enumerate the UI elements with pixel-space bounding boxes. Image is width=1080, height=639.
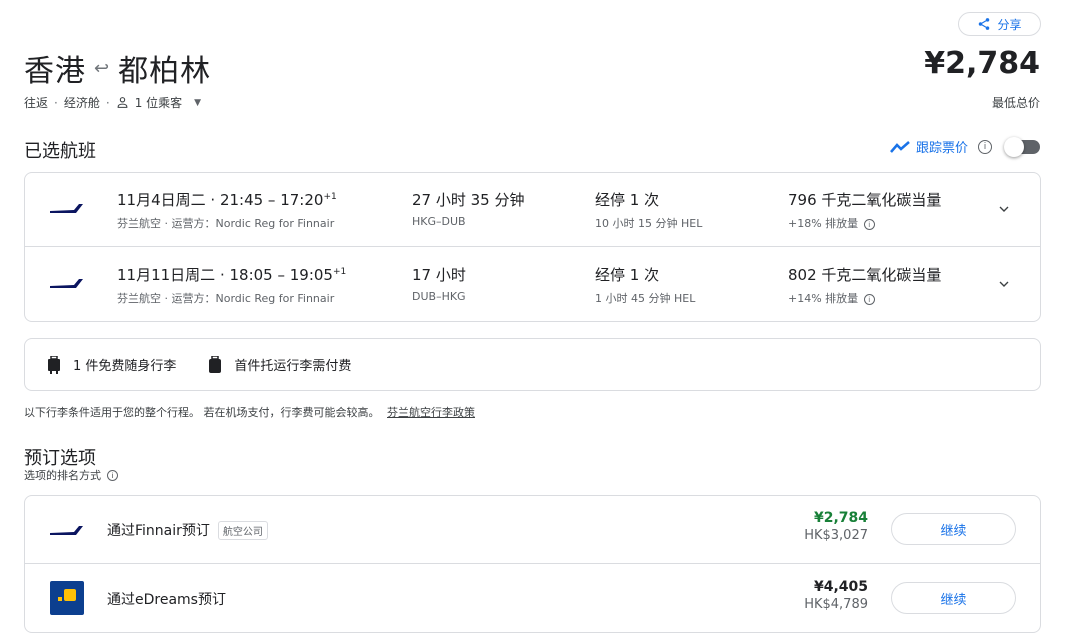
total-price: ¥2,784 <box>924 46 1040 81</box>
route-codes: DUB–HKG <box>412 290 466 303</box>
origin-city: 香港 <box>24 54 86 89</box>
airline-operator: 芬兰航空 · 运营方：Nordic Reg for Finnair <box>117 292 335 305</box>
airline-operator: 芬兰航空 · 运营方：Nordic Reg for Finnair <box>117 217 335 230</box>
price-hkd: HK$4,789 <box>804 597 868 612</box>
track-prices-label: 跟踪票价 <box>915 141 968 156</box>
route-codes: HKG–DUB <box>412 215 466 228</box>
emissions-delta: +14% 排放量 <box>788 292 859 305</box>
price-cny: ¥2,784 <box>813 510 868 526</box>
price-cny: ¥4,405 <box>813 579 868 595</box>
carry-on-bag-icon <box>48 355 60 374</box>
booking-option-edreams: 通过eDreams预订 ¥4,405 HK$4,789 继续 <box>25 565 1040 633</box>
separator: · <box>105 95 110 110</box>
flight-row-return[interactable]: 11月11日周二 · 18:05 – 19:05+1 芬兰航空 · 运营方：No… <box>25 248 1040 322</box>
flight-stops: 经停 1 次 1 小时 45 分钟 HEL <box>595 264 695 306</box>
chevron-down-icon: ▼ <box>194 97 202 108</box>
continue-button[interactable]: 继续 <box>891 513 1016 545</box>
finnair-logo <box>50 526 83 535</box>
trip-type: 往返 <box>24 96 49 110</box>
info-icon[interactable]: i <box>978 139 992 154</box>
chevron-down-icon[interactable] <box>996 276 1012 292</box>
total-price-label: 最低总价 <box>991 96 1040 110</box>
destination-city: 都柏林 <box>118 54 212 89</box>
share-button[interactable]: 分享 <box>958 12 1041 36</box>
person-icon <box>117 97 128 108</box>
cabin-class: 经济舱 <box>63 96 100 110</box>
toggle-knob <box>1004 136 1024 157</box>
edreams-logo <box>50 581 84 615</box>
finnair-logo <box>50 279 83 288</box>
flight-schedule: 11月11日周二 · 18:05 – 19:05+1 芬兰航空 · 运营方：No… <box>117 264 346 306</box>
flight-stops: 经停 1 次 10 小时 15 分钟 HEL <box>595 189 702 231</box>
track-prices[interactable]: 跟踪票价 i <box>890 136 1040 157</box>
info-icon[interactable]: i <box>863 293 875 305</box>
baggage-policy-link[interactable]: 芬兰航空行李政策 <box>387 406 475 419</box>
day-offset: +1 <box>323 192 337 202</box>
emissions-value: 796 千克二氧化碳当量 <box>788 191 942 209</box>
carry-on-label: 1 件免费随身行李 <box>73 359 177 374</box>
booking-option-finnair: 通过Finnair预订 航空公司 ¥2,784 HK$3,027 继续 <box>25 496 1040 564</box>
share-label: 分享 <box>997 17 1022 32</box>
flight-date: 11月11日周二 · <box>117 266 230 284</box>
baggage-note: 以下行李条件适用于您的整个行程。 若在机场支付，行李费可能会较高。 芬兰航空行李… <box>24 404 475 420</box>
sort-label: 选项的排名方式 <box>24 469 101 482</box>
layover-info: 1 小时 45 分钟 HEL <box>595 292 696 305</box>
booking-sort-info: 选项的排名方式 i <box>24 467 118 483</box>
emissions-delta: +18% 排放量 <box>788 217 859 230</box>
flight-date: 11月4日周二 · <box>117 191 220 209</box>
day-offset: +1 <box>332 267 347 277</box>
finnair-logo <box>50 204 83 213</box>
price-hkd: HK$3,027 <box>804 528 868 543</box>
flight-duration: 17 小时 DUB–HKG <box>412 264 466 303</box>
trend-line-icon <box>890 140 910 153</box>
info-icon[interactable]: i <box>863 218 875 230</box>
passenger-count: 1 位乘客 <box>134 96 183 110</box>
emissions-value: 802 千克二氧化碳当量 <box>788 266 942 284</box>
layover-info: 10 小时 15 分钟 HEL <box>595 217 703 230</box>
continue-button[interactable]: 继续 <box>891 582 1016 614</box>
chevron-down-icon[interactable] <box>996 201 1012 217</box>
route-title: 香港 ↩︎ 都柏林 <box>24 46 211 90</box>
flight-duration: 27 小时 35 分钟 HKG–DUB <box>412 189 524 228</box>
flight-emissions: 802 千克二氧化碳当量 +14% 排放量 i <box>788 264 941 306</box>
booking-price: ¥2,784 HK$3,027 <box>804 510 868 543</box>
checked-bag-label: 首件托运行李需付费 <box>234 359 352 374</box>
booking-options-card: 通过Finnair预订 航空公司 ¥2,784 HK$3,027 继续 通过eD… <box>24 495 1041 633</box>
separator: · <box>54 95 58 110</box>
booking-price: ¥4,405 HK$4,789 <box>804 579 868 612</box>
booking-option-name: 通过eDreams预订 <box>107 592 226 608</box>
baggage-note-text: 以下行李条件适用于您的整个行程。 若在机场支付，行李费可能会较高。 <box>24 406 380 419</box>
booking-option-name: 通过Finnair预订 <box>107 523 210 539</box>
flight-schedule: 11月4日周二 · 21:45 – 17:20+1 芬兰航空 · 运营方：Nor… <box>117 189 337 231</box>
duration-value: 17 小时 <box>412 266 466 284</box>
share-icon <box>979 18 990 30</box>
duration-value: 27 小时 35 分钟 <box>412 191 525 209</box>
airline-tag: 航空公司 <box>217 520 268 540</box>
flight-times: 18:05 – 19:05 <box>229 266 333 284</box>
flight-times: 21:45 – 17:20 <box>219 191 324 209</box>
track-prices-toggle[interactable] <box>1004 136 1040 157</box>
baggage-card: 1 件免费随身行李 首件托运行李需付费 <box>24 338 1041 391</box>
checked-bag-icon <box>209 355 222 373</box>
selected-flights-card: 11月4日周二 · 21:45 – 17:20+1 芬兰航空 · 运营方：Nor… <box>24 172 1041 322</box>
flight-row-outbound[interactable]: 11月4日周二 · 21:45 – 17:20+1 芬兰航空 · 运营方：Nor… <box>25 173 1040 247</box>
flight-emissions: 796 千克二氧化碳当量 +18% 排放量 i <box>788 189 941 231</box>
trip-meta[interactable]: 往返 · 经济舱 · 1 位乘客 ▼ <box>24 94 201 111</box>
stops-value: 经停 1 次 <box>595 191 660 209</box>
stops-value: 经停 1 次 <box>595 266 660 284</box>
selected-flights-title: 已选航班 <box>24 141 96 162</box>
info-icon[interactable]: i <box>107 469 118 481</box>
swap-arrows-icon: ↩︎ <box>94 57 111 79</box>
